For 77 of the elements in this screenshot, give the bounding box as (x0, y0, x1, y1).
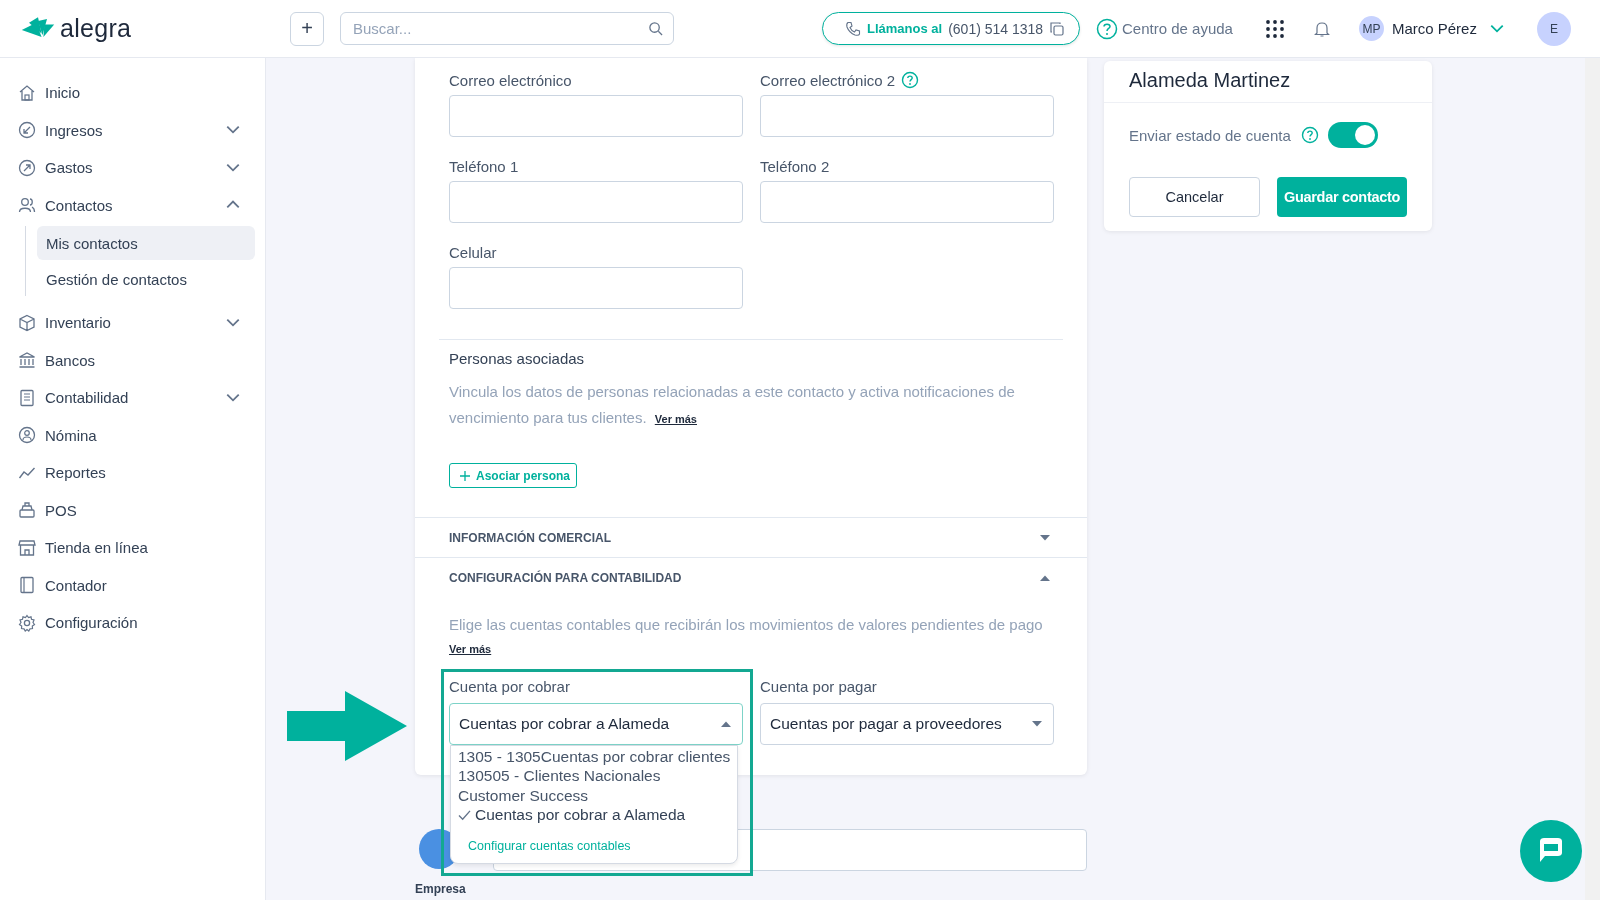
select-field[interactable]: Cuentas por pagar a proveedores (760, 703, 1054, 745)
dropdown-option[interactable]: 130505 - Clientes Nacionales (451, 766, 737, 786)
document-icon (18, 388, 36, 407)
sidebar-item[interactable]: Contactos (0, 186, 261, 224)
company-avatar[interactable]: E (1536, 11, 1571, 46)
section-description: Elige las cuentas contables que recibirán los movimientos de valores pendientes de pago (449, 616, 1044, 633)
book-icon (18, 576, 36, 595)
copy-icon (1049, 20, 1066, 37)
caret-down-icon[interactable] (1039, 533, 1051, 542)
cancel-button[interactable]: Cancelar (1129, 177, 1260, 217)
people-circle-icon (18, 426, 36, 445)
people-icon (18, 196, 36, 215)
house-icon (18, 83, 36, 102)
section-header[interactable]: INFORMACIÓN COMERCIAL (415, 517, 1087, 557)
section-description: Vincula los datos de personas relacionadas a este contacto y activa notificaciones de vencimiento para tus clientes. Ver más (449, 382, 1016, 428)
logo-text: alegra (60, 14, 132, 43)
input-field[interactable] (449, 181, 743, 223)
sidebar-item[interactable]: Tienda en línea (0, 529, 261, 567)
sidebar-item[interactable]: Reportes (0, 454, 261, 492)
sidebar-item[interactable]: Contador (0, 566, 261, 604)
see-more-link[interactable]: Ver más (654, 413, 697, 425)
sidebar-item[interactable]: Contabilidad (0, 379, 261, 417)
caret-down-icon (1031, 720, 1043, 728)
contact-name-title: Alameda Martinez (1104, 61, 1432, 103)
search-field[interactable]: Buscar... (340, 12, 674, 45)
dropdown-option[interactable]: 1305 - 1305Cuentas por cobrar clientes (451, 747, 737, 767)
input-field[interactable] (760, 95, 1054, 137)
caret-up-icon (720, 720, 732, 728)
user-avatar: MP (1358, 16, 1384, 41)
help-icon (901, 71, 920, 89)
search-icon (648, 21, 663, 36)
caret-up-icon[interactable] (1039, 573, 1051, 582)
sidebar-subitem[interactable]: Mis contactos (37, 226, 255, 260)
dropdown-option[interactable]: Customer Success (451, 786, 737, 806)
phone-icon (845, 20, 861, 37)
field-label: Teléfono 1 (449, 157, 519, 175)
new-button[interactable]: + (290, 11, 324, 46)
field-label: Celular (449, 243, 497, 261)
field-label: Correo electrónico (449, 71, 572, 89)
apps-grid-icon[interactable] (1264, 18, 1285, 39)
field-label: Cuenta por pagar (760, 678, 878, 695)
toggle-switch[interactable] (1328, 122, 1378, 148)
settings-icon (18, 613, 36, 632)
input-field[interactable] (449, 267, 743, 309)
input-field[interactable] (760, 181, 1054, 223)
help-icon (1096, 17, 1118, 40)
sidebar-item[interactable]: Bancos (0, 341, 261, 379)
sidebar-item[interactable]: Configuración (0, 604, 261, 642)
sidebar-item[interactable]: Inicio (0, 74, 261, 112)
sidebar-subitem[interactable]: Gestión de contactos (37, 262, 255, 296)
help-icon (1300, 126, 1319, 144)
call-button[interactable]: Llámanos al (601) 514 1318 (822, 12, 1080, 45)
plus-icon (459, 469, 471, 482)
cash-register-icon (18, 501, 36, 520)
toggle-label: Enviar estado de cuenta (1129, 126, 1291, 144)
section-header[interactable]: CONFIGURACIÓN PARA CONTABILIDAD (415, 557, 1087, 597)
sidebar-item[interactable]: POS (0, 491, 261, 529)
field-label: Correo electrónico 2 (760, 71, 896, 89)
bank-icon (18, 351, 36, 370)
avatar-caption: Empresa (415, 882, 466, 896)
see-more-link[interactable]: Ver más (449, 643, 492, 655)
field-label: Cuenta por cobrar (449, 678, 571, 695)
dropdown-option[interactable]: Cuentas por cobrar a Alameda (451, 805, 737, 825)
input-field[interactable] (449, 95, 743, 137)
check-icon (458, 809, 471, 821)
help-center-link[interactable]: Centro de ayuda (1096, 17, 1233, 40)
bell-icon[interactable] (1312, 19, 1331, 38)
cube-icon (18, 313, 36, 332)
sidebar-item[interactable]: Ingresos (0, 111, 261, 149)
sidebar-item[interactable]: Gastos (0, 149, 261, 187)
arrow-icon (287, 691, 407, 761)
store-icon (18, 538, 36, 557)
field-label: Teléfono 2 (760, 157, 830, 175)
section-title: Personas asociadas (449, 350, 586, 367)
sidebar-item[interactable]: Nómina (0, 416, 261, 454)
sidebar-item[interactable]: Inventario (0, 304, 261, 342)
user-name[interactable]: Marco Pérez (1391, 20, 1477, 37)
